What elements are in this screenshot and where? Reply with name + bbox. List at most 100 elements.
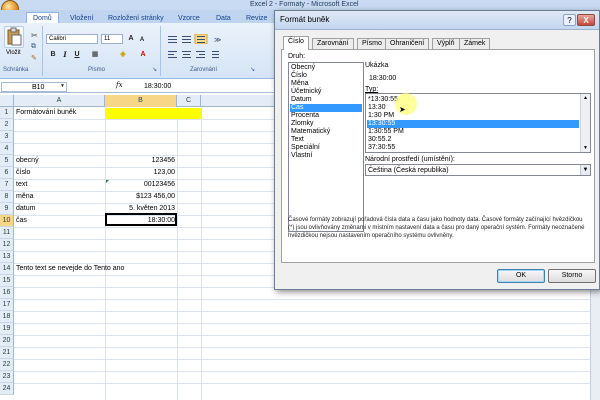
copy-icon[interactable]: ⧉ [31, 43, 36, 51]
category-item[interactable]: Datum [290, 96, 362, 104]
category-item[interactable]: Text [290, 136, 362, 144]
row-header-15[interactable]: 15 [0, 275, 14, 287]
row-header-5[interactable]: 5 [0, 155, 14, 167]
row-header-20[interactable]: 20 [0, 335, 14, 347]
column-header-a[interactable]: A [14, 95, 105, 107]
scroll-down-icon[interactable]: ▼ [583, 145, 588, 151]
cell-b8[interactable]: $123 456,00 [105, 191, 177, 203]
row-header-21[interactable]: 21 [0, 347, 14, 359]
cell-a14[interactable]: Tento text se nevejde do Tento ano [14, 263, 126, 275]
row-header-4[interactable]: 4 [0, 143, 14, 155]
borders-icon[interactable]: ▦ [90, 50, 100, 60]
close-button[interactable]: X [577, 14, 595, 26]
paste-button[interactable] [4, 26, 24, 48]
cell-b7[interactable]: 00123456 [105, 179, 177, 191]
gridline [14, 323, 600, 324]
dialog-title: Formát buněk [280, 15, 330, 24]
category-item-selected[interactable]: Čas [290, 104, 362, 112]
row-header-13[interactable]: 13 [0, 251, 14, 263]
name-box[interactable]: B10 [1, 82, 67, 92]
type-list-scrollbar[interactable]: ▲ ▼ [580, 94, 590, 152]
category-item[interactable]: Matematický [290, 128, 362, 136]
cell-a1[interactable]: Formátování buněk [14, 107, 78, 119]
type-item[interactable]: 30:55.2 [367, 136, 579, 144]
insert-function-icon[interactable]: fx [116, 81, 123, 89]
shrink-font-icon[interactable]: A [137, 35, 147, 45]
row-header-19[interactable]: 19 [0, 323, 14, 335]
row-header-14[interactable]: 14 [0, 263, 14, 275]
type-item[interactable]: 37:30:55 [367, 144, 579, 152]
cancel-button[interactable]: Storno [548, 269, 596, 283]
row-header-23[interactable]: 23 [0, 371, 14, 383]
row-header-22[interactable]: 22 [0, 359, 14, 371]
cut-icon[interactable]: ✂ [31, 31, 38, 40]
category-item[interactable]: Vlastní [290, 152, 362, 160]
cell-a9[interactable]: datum [14, 203, 37, 215]
row-header-11[interactable]: 11 [0, 227, 14, 239]
category-item[interactable]: Obecný [290, 64, 362, 72]
dialog-tab-protection[interactable]: Zámek [459, 38, 491, 49]
column-header-b[interactable]: B [105, 95, 177, 107]
fill-color-icon[interactable]: ◈ [118, 50, 128, 60]
help-button[interactable]: ? [563, 14, 576, 26]
font-name-select[interactable]: Calibri [46, 34, 98, 44]
category-item[interactable]: Číslo [290, 72, 362, 80]
row-header-7[interactable]: 7 [0, 179, 14, 191]
type-item[interactable]: 1:30:55 PM [367, 128, 579, 136]
category-item[interactable]: Měna [290, 80, 362, 88]
font-dialog-launcher-icon[interactable]: ↘ [152, 66, 157, 73]
row-header-9[interactable]: 9 [0, 203, 14, 215]
row-header-17[interactable]: 17 [0, 299, 14, 311]
category-item[interactable]: Účetnický [290, 88, 362, 96]
row-header-2[interactable]: 2 [0, 119, 14, 131]
name-box-dropdown-icon[interactable]: ▼ [60, 83, 65, 89]
cell-a8[interactable]: měna [14, 191, 36, 203]
italic-icon[interactable]: I [60, 50, 70, 60]
category-label: Druh: [288, 53, 306, 60]
cell-a7[interactable]: text [14, 179, 29, 191]
align-horizontal-icons[interactable] [166, 50, 256, 60]
cell-a10[interactable]: čas [14, 215, 29, 227]
alignment-bottom-row [166, 50, 256, 60]
dialog-tab-number[interactable]: Číslo [283, 36, 309, 50]
font-color-icon[interactable]: A [138, 50, 148, 60]
category-item[interactable]: Speciální [290, 144, 362, 152]
cell-a6[interactable]: číslo [14, 167, 32, 179]
row-header-10[interactable]: 10 [0, 215, 14, 227]
dialog-tab-font[interactable]: Písmo [357, 38, 387, 49]
underline-icon[interactable]: U [72, 50, 82, 60]
chevron-down-icon[interactable]: ▼ [580, 165, 590, 175]
category-item[interactable]: Procenta [290, 112, 362, 120]
row-header-16[interactable]: 16 [0, 287, 14, 299]
scroll-up-icon[interactable]: ▲ [583, 95, 588, 101]
row-header-8[interactable]: 8 [0, 191, 14, 203]
column-header-c[interactable]: C [177, 95, 201, 107]
format-painter-icon[interactable]: ✎ [31, 54, 37, 62]
dialog-tab-fill[interactable]: Výplň [432, 38, 460, 49]
row-header-1[interactable]: 1 [0, 107, 14, 119]
alignment-dialog-launcher-icon[interactable]: ↘ [250, 66, 255, 73]
formula-input[interactable]: 18:30:00 [126, 81, 276, 92]
align-top-icons[interactable]: ≫ [166, 33, 256, 45]
cell-b5[interactable]: 123456 [105, 155, 177, 167]
dialog-tab-border[interactable]: Ohraničení [385, 38, 430, 49]
cell-a5[interactable]: obecný [14, 155, 41, 167]
category-item[interactable]: Zlomky [290, 120, 362, 128]
select-all-corner[interactable] [0, 95, 14, 107]
font-size-select[interactable]: 11 [101, 34, 123, 44]
group-separator [42, 26, 43, 76]
row-header-12[interactable]: 12 [0, 239, 14, 251]
ok-button[interactable]: OK [497, 269, 545, 283]
row-header-24[interactable]: 24 [0, 383, 14, 395]
dialog-tab-alignment[interactable]: Zarovnání [312, 38, 354, 49]
type-item-selected[interactable]: 13:30:55 [367, 120, 579, 128]
row-header-3[interactable]: 3 [0, 131, 14, 143]
row-header-6[interactable]: 6 [0, 167, 14, 179]
format-cells-dialog: Formát buněk ? X Číslo Zarovnání Písmo O… [274, 10, 600, 290]
grow-font-icon[interactable]: A [126, 34, 136, 44]
row-header-18[interactable]: 18 [0, 311, 14, 323]
alignment-top-row: ≫ [166, 33, 256, 45]
cell-b6[interactable]: 123,00 [105, 167, 177, 179]
bold-icon[interactable]: B [48, 50, 58, 60]
locale-select[interactable]: Čeština (Česká republika) [365, 164, 591, 176]
